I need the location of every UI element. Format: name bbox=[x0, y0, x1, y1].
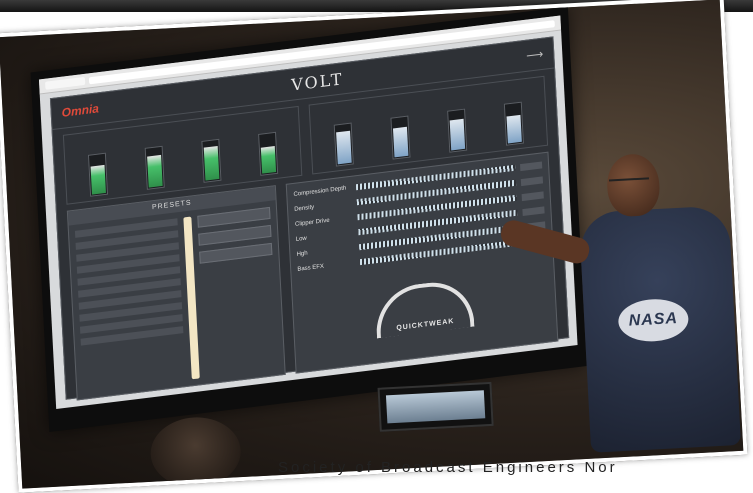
level-meter bbox=[257, 131, 278, 176]
tweak-label: Bass EFX bbox=[297, 263, 325, 273]
preset-action-button[interactable] bbox=[198, 224, 272, 246]
tweak-value bbox=[522, 205, 545, 216]
tweak-label: Clipper Drive bbox=[294, 217, 330, 228]
browser-tab bbox=[45, 76, 86, 90]
presets-body bbox=[69, 200, 285, 399]
level-meter bbox=[201, 138, 222, 183]
tweak-value bbox=[521, 190, 544, 201]
arrow-icon: ⟶ bbox=[525, 46, 544, 63]
tweak-label: Low bbox=[295, 235, 307, 243]
level-meter bbox=[390, 115, 411, 160]
brand-logo: Omnia bbox=[61, 101, 100, 120]
tweak-value bbox=[520, 175, 544, 186]
projected-app: Omnia VOLT ⟶ PRESETS Compression Depth D… bbox=[49, 36, 570, 401]
photo: Omnia VOLT ⟶ PRESETS Compression Depth D… bbox=[0, 0, 748, 493]
level-meter bbox=[144, 145, 165, 190]
projected-display: Omnia VOLT ⟶ PRESETS Compression Depth D… bbox=[38, 15, 578, 410]
level-meter bbox=[334, 122, 355, 167]
glasses-icon bbox=[608, 177, 650, 190]
caption: Society of Broadcast Engineers Nor bbox=[278, 459, 618, 476]
level-meter bbox=[503, 101, 524, 146]
preset-action-button[interactable] bbox=[197, 206, 271, 228]
quick-tweak-gauge[interactable]: QUICKTWEAK bbox=[374, 277, 475, 338]
preset-scrollbar[interactable] bbox=[183, 216, 200, 380]
projection-screen: Omnia VOLT ⟶ PRESETS Compression Depth D… bbox=[30, 6, 587, 432]
nasa-logo: NASA bbox=[617, 297, 690, 344]
quick-tweak-label: QUICKTWEAK bbox=[396, 317, 455, 332]
tweak-label: Hgh bbox=[296, 250, 308, 258]
preset-actions bbox=[197, 206, 279, 378]
level-meter bbox=[88, 152, 109, 197]
presenter: NASA bbox=[498, 149, 748, 457]
presets-panel: PRESETS bbox=[66, 185, 286, 401]
desk-monitor-screen bbox=[385, 390, 486, 424]
quick-tweak-panel: Compression Depth Density Clipper Drive bbox=[285, 151, 559, 374]
tweak-value bbox=[519, 160, 543, 171]
desk-monitor bbox=[377, 381, 494, 432]
level-meter bbox=[447, 108, 468, 153]
presenter-torso: NASA bbox=[578, 205, 742, 453]
tweak-label: Compression Depth bbox=[293, 185, 347, 198]
preset-list bbox=[74, 218, 186, 392]
preset-action-button[interactable] bbox=[198, 242, 273, 264]
tweak-label: Density bbox=[294, 204, 315, 213]
